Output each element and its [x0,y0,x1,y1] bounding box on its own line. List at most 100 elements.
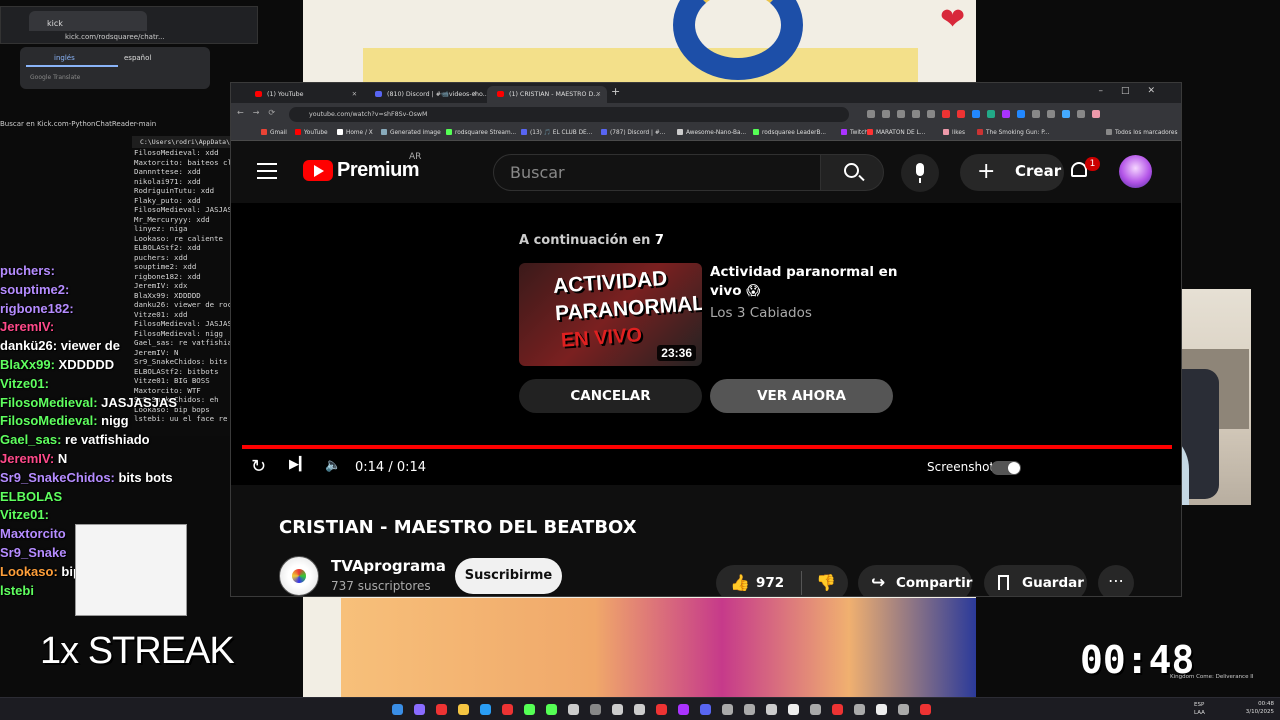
close-icon[interactable]: ✕ [352,86,357,103]
close-icon[interactable]: ✕ [596,86,601,103]
taskbar-app-icon[interactable] [700,704,711,715]
taskbar-app-icon[interactable] [832,704,843,715]
bookmark-item[interactable]: rodsquaree LeaderB... [753,126,826,140]
taskbar-app-icon[interactable] [876,704,887,715]
duration-badge: 23:36 [657,345,696,361]
kick-browser-window[interactable]: kick kick.com/rodsquaree/chatr... [0,6,258,44]
share-button[interactable]: ↪ Compartir [858,565,972,596]
replay-icon[interactable]: ↻ [251,456,266,477]
bookmark-item[interactable]: MARATON DE L... [867,126,925,140]
kick-tab[interactable]: kick [29,11,147,31]
subscribe-button[interactable]: Suscribirme [455,558,562,594]
more-options-button[interactable]: ⋯ [1098,565,1134,596]
notification-badge: 1 [1085,157,1100,171]
watch-now-button[interactable]: VER AHORA [710,379,893,413]
video-player[interactable]: A continuación en 7 ACTIVIDAD PARANORMAL… [231,203,1181,485]
translate-popup[interactable]: inglés español Google Translate [20,47,210,89]
bookmark-item[interactable]: The Smoking Gun: P... [977,126,1049,140]
player-controls: ↻ ▶▎ 🔈 0:14 / 0:14 Screenshot [231,451,1181,485]
taskbar-app-icon[interactable] [458,704,469,715]
bookmark-item[interactable]: (13) 🎵 EL CLUB DE... [521,126,592,140]
translate-lang-en[interactable]: inglés [54,54,75,62]
bookmark-icon [337,129,343,135]
chat-username: BlaXx99: [0,356,55,372]
tab-youtube[interactable]: (1) YouTube ✕ [245,86,363,103]
bookmark-item[interactable]: YouTube [295,126,328,140]
thumbs-down-icon[interactable]: 👎 [816,573,836,592]
translate-lang-es[interactable]: español [124,54,151,62]
taskbar-app-icon[interactable] [546,704,557,715]
search-button[interactable] [820,154,884,191]
taskbar-app-icon[interactable] [678,704,689,715]
like-count[interactable]: 972 [756,575,784,591]
voice-search-button[interactable] [901,154,939,192]
kick-url[interactable]: kick.com/rodsquaree/chatr... [65,31,185,45]
taskbar-app-icon[interactable] [766,704,777,715]
taskbar-app-icon[interactable] [612,704,623,715]
taskbar-app-icon[interactable] [722,704,733,715]
taskbar-app-icon[interactable] [590,704,601,715]
nav-buttons[interactable]: ←→⟳ [237,108,284,117]
taskbar-app-icon[interactable] [656,704,667,715]
taskbar-app-icon[interactable] [568,704,579,715]
terminal-line: linyez: niga [134,224,188,233]
next-video-title[interactable]: Actividad paranormal en vivo 😱 [710,263,920,301]
tab-discord[interactable]: (810) Discord | #📹videos-cho... ✕ [365,86,489,103]
channel-avatar[interactable] [279,556,319,596]
cancel-button[interactable]: CANCELAR [519,379,702,413]
screenshot-toggle[interactable] [991,461,1021,475]
bookmark-item[interactable]: rodsquaree Stream... [446,126,516,140]
bookmark-item[interactable]: Home / X [337,126,373,140]
tab-bar: (1) YouTube ✕ (810) Discord | #📹videos-ch… [231,83,1181,103]
taskbar-app-icon[interactable] [854,704,865,715]
bookmark-label: rodsquaree LeaderB... [762,130,827,136]
bookmark-icon [677,129,683,135]
bookmark-item[interactable]: (787) Discord | #... [601,126,665,140]
save-button[interactable]: Guardar [984,565,1087,596]
taskbar-app-icon[interactable] [392,704,403,715]
bookmark-item[interactable]: likes [943,126,965,140]
system-clock[interactable]: 00:48 3/10/2025 [1246,700,1274,716]
bookmark-item[interactable]: Generated image [381,126,441,140]
bookmark-item[interactable]: Todos los marcadores [1106,126,1177,140]
taskbar-app-icon[interactable] [744,704,755,715]
taskbar-app-icon[interactable] [788,704,799,715]
url-field[interactable]: youtube.com/watch?v=shF8Sv-OswM [289,107,849,122]
game-note: Kingdom Come: Deliverance II [1170,674,1254,680]
taskbar-app-icon[interactable] [502,704,513,715]
menu-icon[interactable] [257,163,277,179]
create-button[interactable]: + Crear [960,154,1064,191]
bookmark-item[interactable]: Gmail [261,126,287,140]
close-icon[interactable]: ✕ [472,86,477,103]
bookmark-item[interactable]: Twitch [841,126,868,140]
taskbar-app-icon[interactable] [634,704,645,715]
progress-bar[interactable] [242,445,1172,449]
bookmark-label: Twitch [850,130,869,136]
channel-name[interactable]: TVAprograma [331,557,446,575]
taskbar-app-icon[interactable] [480,704,491,715]
chat-message: Sr9_SnakeChidos: bits bots [0,469,230,488]
new-tab-button[interactable]: + [611,85,620,98]
kick-tab-title: kick [47,19,63,28]
taskbar-app-icon[interactable] [810,704,821,715]
bookmark-item[interactable]: Awesome-Nano-Ba... [677,126,746,140]
tab-cristian[interactable]: (1) CRISTIAN - MAESTRO D... ✕ [487,86,607,103]
notifications-button[interactable]: 1 [1067,157,1100,185]
taskbar-app-icon[interactable] [920,704,931,715]
youtube-browser-window[interactable]: (1) YouTube ✕ (810) Discord | #📹videos-ch… [230,82,1182,597]
taskbar-app-icon[interactable] [524,704,535,715]
taskbar-app-icon[interactable] [898,704,909,715]
search-input[interactable]: Buscar [493,154,821,191]
taskbar-app-icon[interactable] [436,704,447,715]
extension-icons[interactable] [867,110,1167,118]
thumbs-up-icon[interactable]: 👍 [730,573,750,592]
next-video-thumbnail[interactable]: ACTIVIDAD PARANORMAL EN VIVO 23:36 [519,263,702,366]
taskbar-app-icon[interactable] [414,704,425,715]
terminal-line: Dannnttese: xdd [134,167,201,176]
input-language[interactable]: ESP LAA [1194,701,1205,717]
avatar[interactable] [1119,155,1152,188]
country-code: AR [409,152,422,162]
next-icon[interactable]: ▶▎ [289,457,309,472]
volume-icon[interactable]: 🔈 [325,458,341,473]
window-controls[interactable]: –□✕ [1098,86,1173,96]
